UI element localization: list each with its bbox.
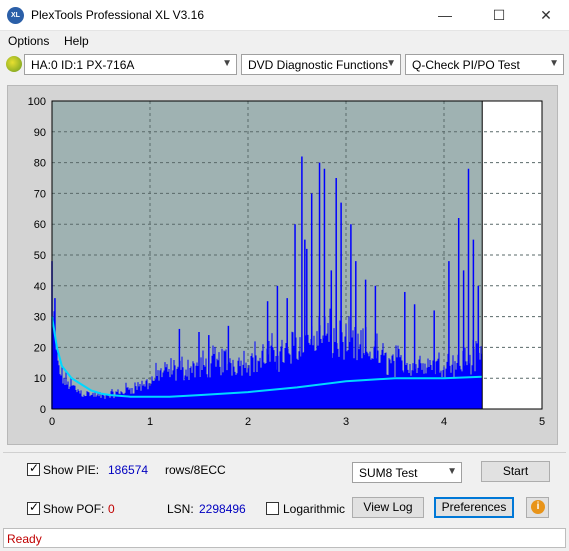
chevron-down-icon: ▼ <box>222 58 232 69</box>
title-bar: XL PlexTools Professional XL V3.16 — ☐ ✕ <box>0 0 569 31</box>
test-select[interactable]: Q-Check PI/PO Test ▼ <box>405 54 564 75</box>
maximize-button[interactable]: ☐ <box>476 0 522 30</box>
minimize-button[interactable]: — <box>422 0 468 30</box>
function-select-value: DVD Diagnostic Functions <box>248 58 389 72</box>
x-tick-label: 1 <box>147 416 153 428</box>
info-button[interactable]: i <box>526 497 549 518</box>
start-button[interactable]: Start <box>481 461 550 482</box>
close-button[interactable]: ✕ <box>523 0 569 30</box>
y-tick-label: 60 <box>34 219 46 231</box>
info-icon: i <box>531 500 545 514</box>
test-select-value: Q-Check PI/PO Test <box>412 58 520 72</box>
x-tick-label: 3 <box>343 416 349 428</box>
chevron-down-icon: ▼ <box>447 466 457 477</box>
y-tick-label: 90 <box>34 127 46 139</box>
show-pof-label: Show POF: <box>43 502 105 516</box>
sum8-select[interactable]: SUM8 Test ▼ <box>352 462 462 483</box>
show-pof-checkbox[interactable] <box>27 500 40 515</box>
drive-select-value: HA:0 ID:1 PX-716A <box>31 58 135 72</box>
chart-panel: 0 10 20 30 40 50 60 70 80 90 100 0 1 2 3 4 5 <box>7 85 558 445</box>
sum8-select-value: SUM8 Test <box>359 466 418 480</box>
y-tick-label: 20 <box>34 342 46 354</box>
function-select[interactable]: DVD Diagnostic Functions ▼ <box>241 54 401 75</box>
status-bar: Ready <box>3 528 566 548</box>
app-icon: XL <box>7 7 24 24</box>
lsn-value: 2298496 <box>199 502 246 516</box>
show-pie-checkbox[interactable] <box>27 461 40 476</box>
chevron-down-icon: ▼ <box>549 58 559 69</box>
pie-value: 186574 <box>108 463 149 477</box>
drive-select[interactable]: HA:0 ID:1 PX-716A ▼ <box>24 54 237 75</box>
y-tick-label: 100 <box>28 96 46 108</box>
y-tick-label: 40 <box>34 281 46 293</box>
view-log-button[interactable]: View Log <box>352 497 424 518</box>
y-tick-label: 50 <box>34 250 46 262</box>
logarithmic-checkbox[interactable] <box>266 502 279 515</box>
y-tick-label: 80 <box>34 158 46 170</box>
logarithmic-label: Logarithmic <box>283 502 346 516</box>
pipo-chart: 0 10 20 30 40 50 60 70 80 90 100 0 1 2 3 4 5 <box>28 96 545 428</box>
menu-help[interactable]: Help <box>64 34 89 48</box>
x-tick-label: 0 <box>49 416 55 428</box>
y-tick-label: 70 <box>34 188 46 200</box>
y-tick-label: 10 <box>34 373 46 385</box>
rows-label: rows/8ECC <box>165 463 226 477</box>
x-tick-label: 4 <box>441 416 447 428</box>
x-tick-label: 5 <box>539 416 545 428</box>
pof-value: 0 <box>108 502 115 516</box>
preferences-button[interactable]: Preferences <box>434 497 514 518</box>
lsn-label: LSN: <box>167 502 194 516</box>
y-tick-label: 30 <box>34 312 46 324</box>
x-tick-label: 2 <box>245 416 251 428</box>
y-tick-label: 0 <box>40 404 46 416</box>
chevron-down-icon: ▼ <box>386 58 396 69</box>
disc-drive-icon <box>6 56 22 72</box>
window-title: PlexTools Professional XL V3.16 <box>31 8 204 22</box>
show-pie-label: Show PIE: <box>43 463 100 477</box>
menu-bar: Options Help <box>0 31 569 51</box>
status-text: Ready <box>7 532 42 546</box>
menu-options[interactable]: Options <box>8 34 49 48</box>
